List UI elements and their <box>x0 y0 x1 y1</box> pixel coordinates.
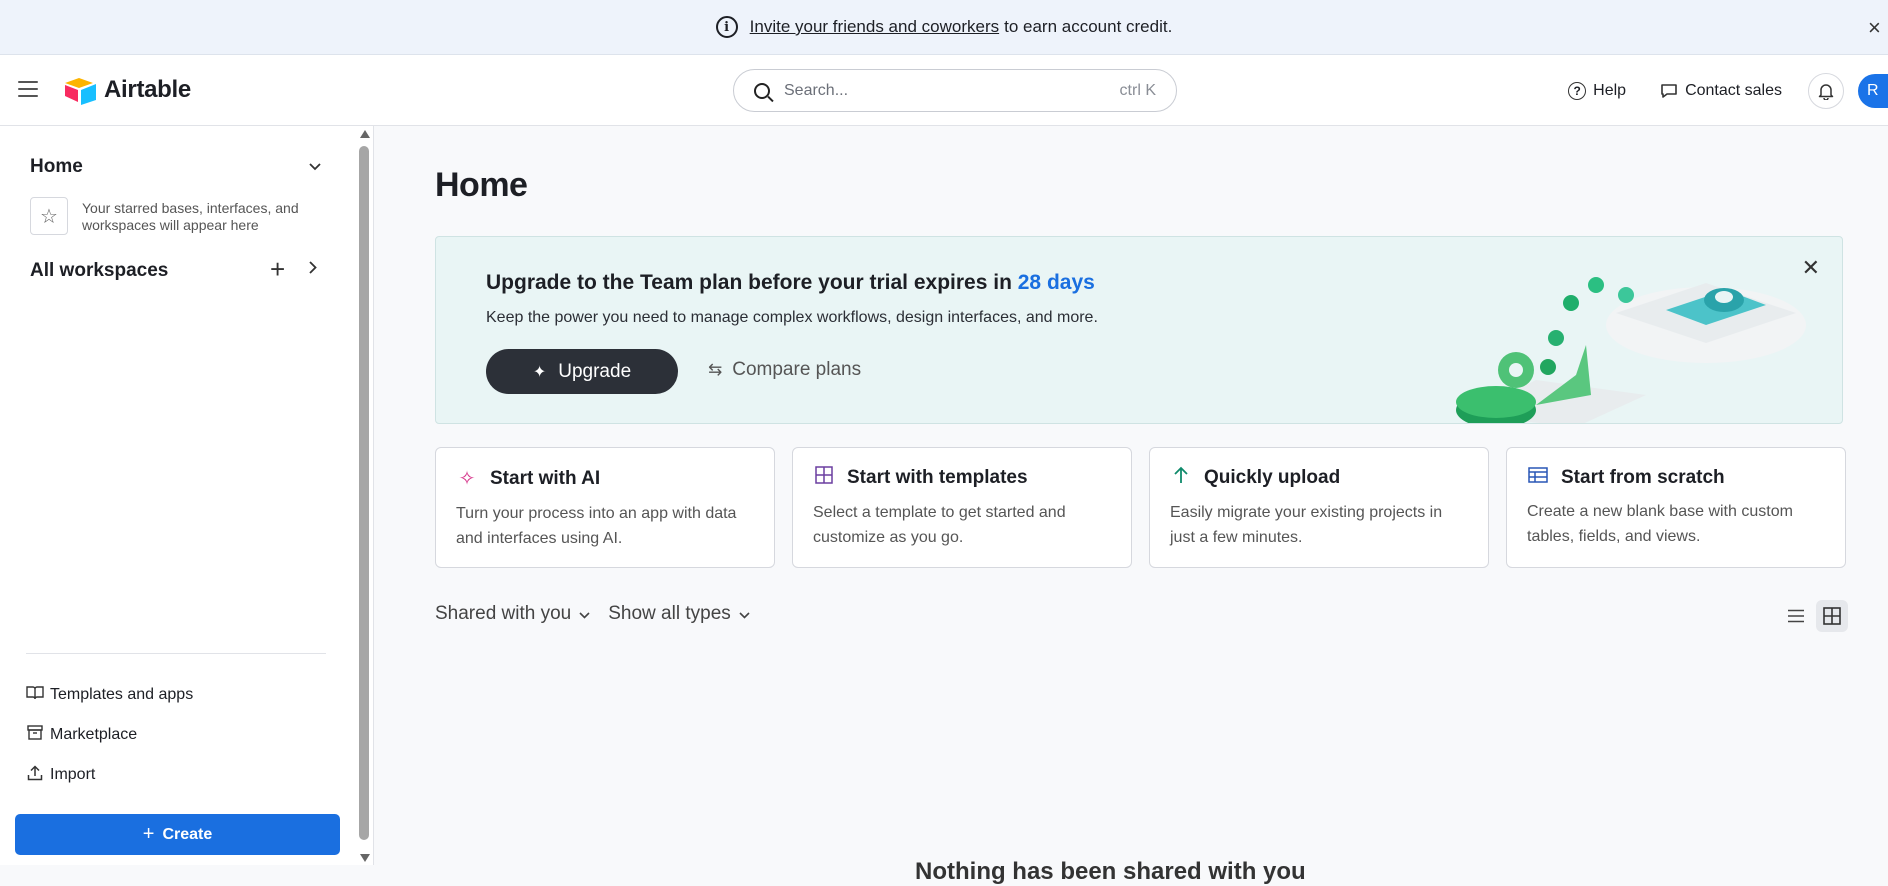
chevron-down-icon <box>579 607 590 622</box>
contact-sales-button[interactable]: Contact sales <box>1660 82 1782 100</box>
sidebar-home-label[interactable]: Home <box>30 156 83 178</box>
sidebar-item-label: Marketplace <box>50 725 138 743</box>
add-workspace-icon[interactable]: + <box>270 254 285 285</box>
invite-link[interactable]: Invite your friends and coworkers <box>750 17 999 37</box>
banner-close-icon[interactable]: × <box>1868 15 1888 41</box>
card-quickly-upload[interactable]: Quickly upload Easily migrate your exist… <box>1149 447 1489 568</box>
sidebar-item-label: Templates and apps <box>50 685 194 703</box>
airtable-logo[interactable]: Airtable <box>63 75 191 105</box>
store-icon <box>26 725 44 744</box>
arrow-up-icon <box>1170 466 1192 490</box>
shared-filter-dropdown[interactable]: Shared with you <box>435 603 590 625</box>
avatar[interactable]: R <box>1858 73 1888 108</box>
question-icon: ? <box>1568 81 1587 100</box>
card-desc: Turn your process into an app with data … <box>456 505 737 547</box>
scroll-down-arrow[interactable] <box>360 854 370 862</box>
airtable-logo-icon <box>65 78 96 105</box>
sparkle-icon: ✧ <box>458 468 476 490</box>
sidebar-item-marketplace[interactable]: Marketplace <box>26 725 137 744</box>
create-button[interactable]: + Create <box>15 814 340 855</box>
card-title: Start with templates <box>847 467 1028 488</box>
promo-heading-text: Upgrade to the Team plan before your tri… <box>486 271 1012 294</box>
promo-subtext: Keep the power you need to manage comple… <box>486 309 1098 326</box>
scroll-up-arrow[interactable] <box>360 130 370 138</box>
contact-sales-label: Contact sales <box>1685 81 1782 99</box>
card-title: Quickly upload <box>1204 467 1341 488</box>
upload-icon <box>26 765 44 785</box>
menu-icon[interactable] <box>18 81 38 102</box>
search-icon <box>754 82 770 99</box>
list-view-icon[interactable] <box>1780 600 1812 632</box>
sidebar-item-label: Import <box>50 766 96 783</box>
types-filter-label: Show all types <box>608 603 731 624</box>
search-input[interactable] <box>784 81 1120 100</box>
all-workspaces-label[interactable]: All workspaces <box>30 260 168 282</box>
card-desc: Create a new blank base with custom tabl… <box>1527 503 1793 545</box>
upgrade-promo: Upgrade to the Team plan before your tri… <box>435 236 1843 424</box>
card-title: Start from scratch <box>1561 466 1725 488</box>
main-content: Home Upgrade to the Team plan before you… <box>375 126 1888 885</box>
notifications-button[interactable] <box>1808 72 1844 109</box>
plus-icon: + <box>142 823 155 845</box>
banner-text: to earn account credit. <box>1004 17 1173 36</box>
shared-filter-label: Shared with you <box>435 603 572 624</box>
filter-bar: Shared with you Show all types <box>435 603 768 625</box>
star-icon: ☆ <box>30 197 68 235</box>
grid-icon <box>813 466 835 490</box>
start-cards: ✧ Start with AI Turn your process into a… <box>435 447 1846 568</box>
scroll-thumb[interactable] <box>359 146 369 840</box>
upgrade-label: Upgrade <box>558 360 632 382</box>
sidebar-item-import[interactable]: Import <box>26 765 95 785</box>
info-icon: i <box>715 16 738 38</box>
grid-view-icon[interactable] <box>1816 600 1848 632</box>
chevron-down-icon[interactable] <box>309 158 321 176</box>
top-bar: Airtable ctrl K ? Help Contact sales R <box>0 55 1888 126</box>
page-title: Home <box>435 166 528 204</box>
card-start-templates[interactable]: Start with templates Select a template t… <box>792 447 1132 568</box>
chat-icon <box>1660 82 1678 100</box>
sidebar: Home ☆ Your starred bases, interfaces, a… <box>0 126 374 865</box>
compare-plans-button[interactable]: ⇆ Compare plans <box>708 359 861 381</box>
card-start-scratch[interactable]: Start from scratch Create a new blank ba… <box>1506 447 1846 568</box>
help-label: Help <box>1593 81 1627 99</box>
create-label: Create <box>162 825 213 843</box>
table-icon <box>1527 466 1549 489</box>
promo-heading: Upgrade to the Team plan before your tri… <box>486 271 1095 295</box>
sparkle-icon: ✦ <box>532 363 547 381</box>
logo-text: Airtable <box>104 76 191 103</box>
types-filter-dropdown[interactable]: Show all types <box>608 603 750 625</box>
chevron-right-icon[interactable] <box>309 257 317 280</box>
search-bar[interactable]: ctrl K <box>733 69 1177 112</box>
card-start-ai[interactable]: ✧ Start with AI Turn your process into a… <box>435 447 775 568</box>
promo-illustration <box>1456 277 1806 423</box>
invite-banner: i Invite your friends and coworkers to e… <box>0 0 1888 55</box>
upgrade-button[interactable]: ✦ Upgrade <box>486 349 678 394</box>
sidebar-item-templates[interactable]: Templates and apps <box>26 685 193 704</box>
card-desc: Select a template to get started and cus… <box>813 504 1066 546</box>
chevron-down-icon <box>739 607 750 622</box>
card-desc: Easily migrate your existing projects in… <box>1170 504 1443 546</box>
sidebar-scrollbar[interactable] <box>357 126 373 865</box>
swap-icon: ⇆ <box>708 360 723 379</box>
book-icon <box>26 685 44 704</box>
sidebar-divider <box>26 653 326 654</box>
top-links: ? Help Contact sales R <box>1568 55 1888 126</box>
search-shortcut: ctrl K <box>1119 81 1156 99</box>
compare-label: Compare plans <box>732 359 862 380</box>
starred-hint: Your starred bases, interfaces, and work… <box>82 200 299 233</box>
empty-state-message: Nothing has been shared with you <box>915 858 1306 885</box>
trial-days: 28 days <box>1017 271 1095 294</box>
bell-icon <box>1818 83 1834 100</box>
view-toggle <box>1776 600 1848 632</box>
card-title: Start with AI <box>490 467 601 489</box>
help-button[interactable]: ? Help <box>1568 81 1627 100</box>
